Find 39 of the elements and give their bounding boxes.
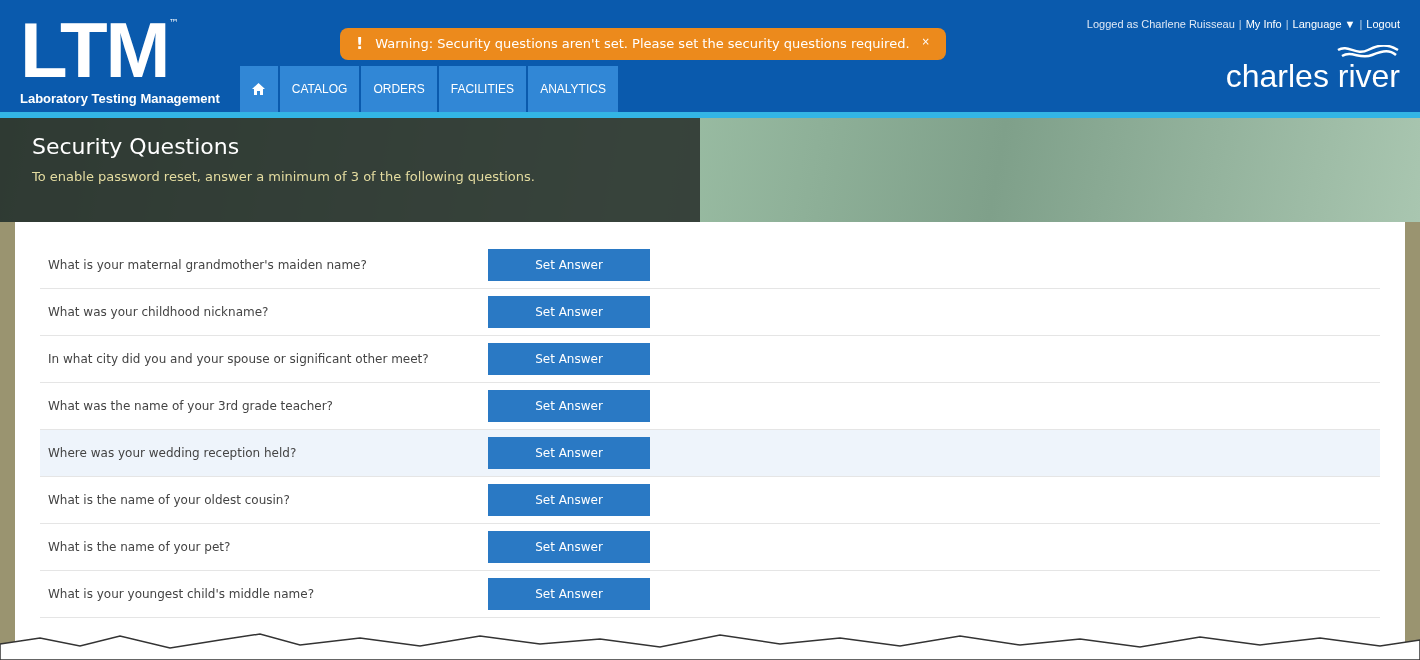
separator-text: | [1359,17,1363,32]
trademark-mark: ™ [168,15,179,30]
home-icon [252,83,266,95]
brand-name: charles river [1225,58,1400,93]
alert-icon: ! [356,34,364,53]
user-label: Logged as Charlene Ruisseau [1086,17,1235,32]
set-answer-button[interactable]: Set Answer [488,343,650,375]
alert-message: Warning: Security questions aren't set. Please set the security questions required. [375,35,910,53]
page-title: Security Questions [32,133,241,161]
set-answer-button[interactable]: Set Answer [488,296,650,328]
home-tab[interactable] [239,66,278,112]
question-text: Where was your wedding reception held? [48,445,298,462]
logo-text: LTM [20,10,169,89]
set-answer-button[interactable]: Set Answer [488,531,650,563]
set-answer-button[interactable]: Set Answer [488,249,650,281]
question-text: What is the name of your pet? [48,539,232,556]
logo-subtitle: Laboratory Testing Management [20,89,220,108]
header-link[interactable]: My Info [1245,16,1282,33]
nav-tab[interactable]: ANALYTICS [528,66,618,112]
set-answer-button[interactable]: Set Answer [488,390,650,422]
question-text: What is your maternal grandmother's maiden name? [48,257,368,274]
question-text: What was your childhood nickname? [48,304,270,321]
question-text: What is your youngest child's middle name? [48,586,315,603]
separator-text: | [1285,17,1289,32]
set-answer-button[interactable]: Set Answer [488,578,650,610]
nav-tab[interactable]: ORDERS [361,66,437,112]
header-link[interactable]: Logout [1366,16,1400,33]
wave-logo-icon [1336,44,1400,59]
close-button[interactable]: × [921,34,930,49]
nav-tab[interactable]: CATALOG [279,66,360,112]
question-text: What was the name of your 3rd grade teacher? [48,398,334,415]
header-link[interactable]: Language ▼ [1292,16,1356,33]
separator-text: | [1238,17,1242,32]
question-text: What is the name of your oldest cousin? [48,492,291,509]
nav-tab[interactable]: FACILITIES [438,66,527,112]
set-answer-button[interactable]: Set Answer [488,437,650,469]
page-subtitle: To enable password reset, answer a minimum of 3 of the following questions. [32,168,536,186]
question-text: In what city did you and your spouse or significant other meet? [48,351,430,368]
set-answer-button[interactable]: Set Answer [488,484,650,516]
